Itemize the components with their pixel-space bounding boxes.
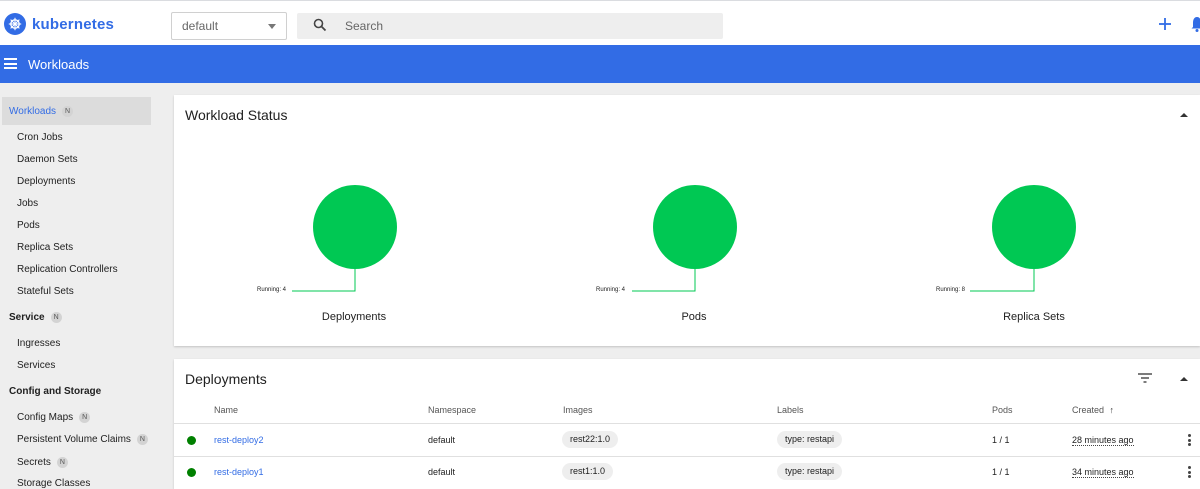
sidebar-item-label: Workloads [9,105,57,117]
sidebar-item-label: Persistent Volume Claims [17,434,131,445]
sidebar-item-config-maps[interactable]: Config Maps N [17,412,91,423]
sidebar-item-label: Secrets [17,457,51,468]
sidebar-item-secrets[interactable]: Secrets N [17,457,68,468]
row-actions-kebab-icon[interactable] [1188,434,1191,448]
collapse-caret-icon[interactable] [1180,377,1188,381]
create-plus-icon[interactable] [1156,15,1174,33]
notifications-bell-icon[interactable] [1191,15,1200,33]
sort-arrow-icon: ↑ [1109,405,1115,415]
app-name: kubernetes [32,15,115,33]
deployment-name-link[interactable]: rest-deploy1 [214,467,264,477]
namespaced-badge: N [56,457,68,468]
column-header-labels[interactable]: Labels [777,405,804,415]
status-running-icon [187,468,196,477]
namespace-select[interactable]: default [171,12,287,40]
sidebar-section-label: Config and Storage [9,386,102,397]
label-chip: type: restapi [777,431,843,448]
namespaced-badge: N [79,412,91,423]
workload-status-card: Workload Status Running: 4 Deployments R… [174,95,1200,346]
label-chip: type: restapi [777,463,843,480]
column-header-name[interactable]: Name [214,405,238,415]
deployments-card: Deployments [174,359,1200,489]
sidebar-item-services[interactable]: Services [17,360,55,371]
row-divider [174,456,1200,457]
created-cell: 34 minutes ago [1072,467,1134,478]
replica-sets-status-chart: Running: 8 Replica Sets [934,95,1134,346]
sidebar-section-config-and-storage[interactable]: Config and Storage [9,386,101,397]
namespaced-badge: N [50,312,62,323]
column-header-pods[interactable]: Pods [992,405,1013,415]
chart-label: Pods [681,311,707,323]
kubernetes-logo[interactable]: kubernetes [4,13,114,35]
running-count-label: Running: 8 [936,287,966,293]
namespace-cell: default [428,435,456,445]
search-bar[interactable] [297,13,723,39]
row-divider [174,423,1200,424]
running-count-label: Running: 4 [596,287,626,293]
deployments-status-chart: Running: 4 Deployments [254,95,454,346]
deployments-running-donut [292,185,397,292]
row-actions-kebab-icon[interactable] [1188,466,1191,480]
sidebar-item-label: Config Maps [17,412,74,423]
sidebar-item-daemon-sets[interactable]: Daemon Sets [17,154,78,165]
menu-icon[interactable] [4,58,17,69]
column-header-images[interactable]: Images [563,405,593,415]
running-count-label: Running: 4 [257,287,287,293]
search-icon [313,18,327,32]
replica-sets-running-donut [970,185,1076,292]
namespace-value: default [182,19,219,33]
column-header-namespace[interactable]: Namespace [428,405,476,415]
pods-cell: 1 / 1 [992,435,1010,445]
chart-label: Replica Sets [1003,311,1065,323]
sidebar-section-service[interactable]: Service N [9,312,62,323]
image-chip: rest22:1.0 [562,431,619,448]
sidebar-item-ingresses[interactable]: Ingresses [17,338,60,349]
filter-icon[interactable] [1138,373,1152,383]
namespace-cell: default [428,467,456,477]
sidebar-section-label: Service [9,312,45,323]
sidebar-item-stateful-sets[interactable]: Stateful Sets [17,286,74,297]
sidebar-item-storage-classes[interactable]: Storage Classes [17,478,90,489]
dropdown-caret-icon [268,24,276,29]
sidebar-item-jobs[interactable]: Jobs [17,198,38,209]
page-title: Workloads [28,57,90,72]
collapse-caret-icon[interactable] [1180,113,1188,117]
image-chip: rest1:1.0 [562,463,614,480]
created-cell: 28 minutes ago [1072,435,1134,446]
pods-cell: 1 / 1 [992,467,1010,477]
sidebar-item-pods[interactable]: Pods [17,220,40,231]
sidebar-item-cron-jobs[interactable]: Cron Jobs [17,132,63,143]
namespaced-badge: N [136,434,148,445]
sidebar-item-workloads[interactable]: Workloads N [2,97,151,125]
deployment-name-link[interactable]: rest-deploy2 [214,435,264,445]
status-running-icon [187,436,196,445]
column-header-label: Created [1072,405,1105,415]
page-toolbar: Workloads [0,45,1200,83]
pods-status-chart: Running: 4 Pods [594,95,794,346]
sidebar-item-replication-controllers[interactable]: Replication Controllers [17,264,118,275]
helm-wheel-icon [4,13,26,35]
sidebar-item-deployments[interactable]: Deployments [17,176,75,187]
namespaced-badge: N [62,105,74,117]
column-header-created[interactable]: Created ↑ [1072,405,1114,415]
search-input[interactable] [345,13,705,39]
top-bar: kubernetes default [0,0,1200,45]
pods-running-donut [632,185,737,292]
sidebar-item-persistent-volume-claims[interactable]: Persistent Volume Claims N [17,434,148,445]
sidebar: Workloads N Cron Jobs Daemon Sets Deploy… [0,83,160,489]
card-title: Deployments [185,371,267,387]
chart-label: Deployments [321,311,387,323]
sidebar-item-replica-sets[interactable]: Replica Sets [17,242,73,253]
